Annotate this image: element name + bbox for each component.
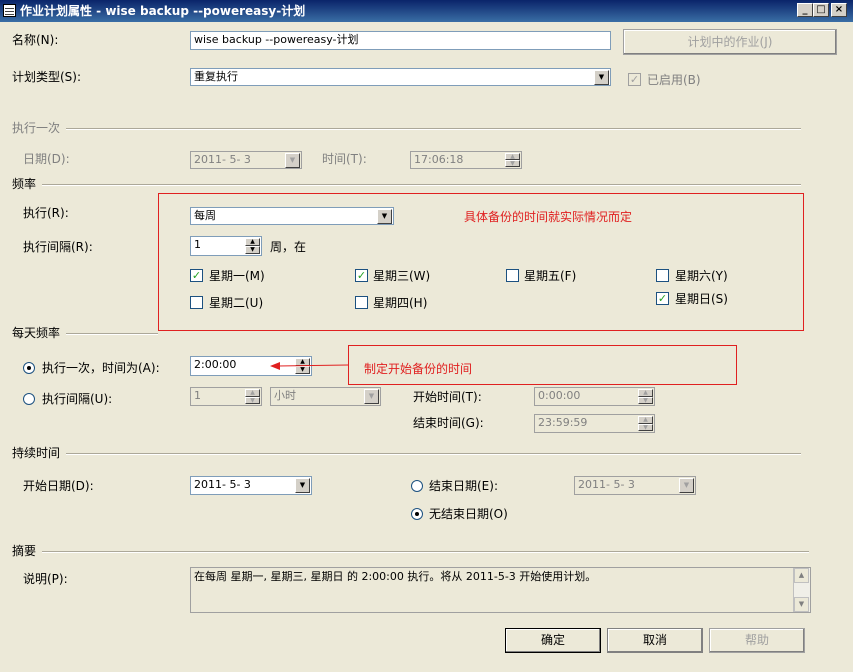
spinner-arrows-icon[interactable]: ▲ ▼: [638, 416, 653, 431]
ok-button[interactable]: 确定: [505, 628, 601, 653]
saturday-checkbox[interactable]: [656, 269, 669, 282]
start-time-spinner[interactable]: 0:00:00 ▲ ▼: [534, 387, 655, 406]
schedule-type-select[interactable]: 重复执行 ▼: [190, 68, 611, 86]
end-date-radio[interactable]: [411, 480, 423, 492]
chevron-down-icon[interactable]: ▼: [679, 478, 694, 493]
interval-label: 执行间隔(R):: [23, 240, 93, 254]
tuesday-label: 星期二(U): [209, 296, 264, 310]
enabled-label: 已启用(B): [647, 73, 701, 87]
daily-once-label: 执行一次，时间为(A):: [42, 361, 160, 375]
end-date-picker[interactable]: 2011- 5- 3 ▼: [574, 476, 696, 495]
end-date-label: 结束日期(E):: [429, 479, 498, 493]
description-textarea[interactable]: 在每周 星期一, 星期三, 星期日 的 2:00:00 执行。将从 2011-5…: [190, 567, 811, 613]
enabled-checkbox[interactable]: ✓: [628, 73, 641, 86]
occurs-label: 执行(R):: [23, 206, 69, 220]
description-label: 说明(P):: [23, 572, 68, 586]
close-button[interactable]: ×: [831, 3, 847, 17]
window-icon: [3, 4, 16, 17]
end-time-label: 结束时间(G):: [413, 416, 484, 430]
end-date-value: 2011- 5- 3: [578, 478, 635, 491]
daily-every-unit-value: 小时: [274, 389, 296, 402]
end-time-spinner[interactable]: 23:59:59 ▲ ▼: [534, 414, 655, 433]
daily-once-time-value: 2:00:00: [194, 358, 237, 371]
monday-checkbox[interactable]: ✓: [190, 269, 203, 282]
sunday-label: 星期日(S): [675, 292, 728, 306]
start-date-value: 2011- 5- 3: [194, 478, 251, 491]
once-divider: [66, 128, 801, 130]
friday-label: 星期五(F): [524, 269, 577, 283]
start-time-value: 0:00:00: [538, 389, 581, 402]
once-time-value: 17:06:18: [414, 153, 464, 166]
no-end-date-label: 无结束日期(O): [429, 507, 508, 521]
chevron-down-icon[interactable]: ▼: [364, 389, 379, 404]
daily-every-unit-select[interactable]: 小时 ▼: [270, 387, 381, 406]
occurs-value: 每周: [194, 209, 216, 222]
cancel-button[interactable]: 取消: [607, 628, 703, 653]
duration-divider: [66, 453, 801, 455]
frequency-divider: [42, 184, 801, 186]
start-date-picker[interactable]: 2011- 5- 3 ▼: [190, 476, 312, 495]
name-label: 名称(N):: [12, 33, 59, 47]
daily-every-spinner[interactable]: 1 ▲ ▼: [190, 387, 262, 406]
window-title: 作业计划属性 - wise backup --powereasy-计划: [20, 4, 306, 18]
daily-every-label: 执行间隔(U):: [42, 392, 113, 406]
start-date-label: 开始日期(D):: [23, 479, 94, 493]
duration-section-header: 持续时间: [12, 446, 61, 460]
daily-section-header: 每天频率: [12, 326, 61, 340]
monday-label: 星期一(M): [209, 269, 265, 283]
thursday-label: 星期四(H): [373, 296, 428, 310]
wednesday-checkbox[interactable]: ✓: [355, 269, 368, 282]
chevron-down-icon[interactable]: ▼: [285, 153, 300, 168]
daily-once-radio[interactable]: [23, 362, 35, 374]
spinner-arrows-icon[interactable]: ▲ ▼: [638, 389, 653, 404]
once-date-picker[interactable]: 2011- 5- 3 ▼: [190, 151, 302, 169]
interval-value: 1: [194, 238, 201, 251]
thursday-checkbox[interactable]: [355, 296, 368, 309]
tuesday-checkbox[interactable]: [190, 296, 203, 309]
friday-checkbox[interactable]: [506, 269, 519, 282]
daily-divider: [66, 333, 158, 335]
help-button[interactable]: 帮助: [709, 628, 805, 653]
interval-spinner[interactable]: 1 ▲ ▼: [190, 236, 262, 256]
description-scrollbar[interactable]: ▲ ▼: [793, 568, 810, 612]
daily-every-radio[interactable]: [23, 393, 35, 405]
jobs-in-schedule-button[interactable]: 计划中的作业(J): [623, 29, 837, 55]
annotation-backup-time-note: 具体备份的时间就实际情况而定: [464, 210, 633, 224]
maximize-button[interactable]: □: [813, 3, 829, 17]
frequency-section-header: 频率: [12, 177, 37, 191]
name-input[interactable]: wise backup --powereasy-计划: [190, 31, 611, 50]
start-time-label: 开始时间(T):: [413, 390, 482, 404]
spinner-arrows-icon[interactable]: ▲ ▼: [505, 153, 520, 167]
scroll-down-icon[interactable]: ▼: [794, 597, 809, 612]
daily-every-value: 1: [194, 389, 201, 402]
interval-unit-label: 周，在: [270, 240, 307, 254]
summary-divider: [42, 551, 809, 553]
annotation-start-time-note: 制定开始备份的时间: [364, 362, 473, 376]
once-section-header: 执行一次: [12, 121, 61, 135]
schedule-type-value: 重复执行: [194, 70, 238, 83]
occurs-select[interactable]: 每周 ▼: [190, 207, 394, 225]
once-time-label: 时间(T):: [322, 152, 367, 166]
chevron-down-icon[interactable]: ▼: [594, 70, 609, 85]
schedule-type-label: 计划类型(S):: [12, 70, 82, 84]
scroll-up-icon[interactable]: ▲: [794, 568, 809, 583]
once-date-value: 2011- 5- 3: [194, 153, 251, 166]
saturday-label: 星期六(Y): [675, 269, 728, 283]
wednesday-label: 星期三(W): [373, 269, 431, 283]
summary-section-header: 摘要: [12, 544, 37, 558]
chevron-down-icon[interactable]: ▼: [295, 478, 310, 493]
spinner-arrows-icon[interactable]: ▲ ▼: [245, 389, 260, 404]
once-time-spinner[interactable]: 17:06:18 ▲ ▼: [410, 151, 522, 169]
description-text: 在每周 星期一, 星期三, 星期日 的 2:00:00 执行。将从 2011-5…: [194, 570, 597, 583]
red-arrow-icon: [270, 362, 349, 370]
once-date-label: 日期(D):: [23, 152, 70, 166]
minimize-button[interactable]: _: [797, 3, 813, 17]
end-time-value: 23:59:59: [538, 416, 588, 429]
sunday-checkbox[interactable]: ✓: [656, 292, 669, 305]
title-bar[interactable]: 作业计划属性 - wise backup --powereasy-计划 _ □ …: [0, 0, 853, 22]
spinner-arrows-icon[interactable]: ▲ ▼: [245, 238, 260, 254]
no-end-date-radio[interactable]: [411, 508, 423, 520]
chevron-down-icon[interactable]: ▼: [377, 209, 392, 224]
